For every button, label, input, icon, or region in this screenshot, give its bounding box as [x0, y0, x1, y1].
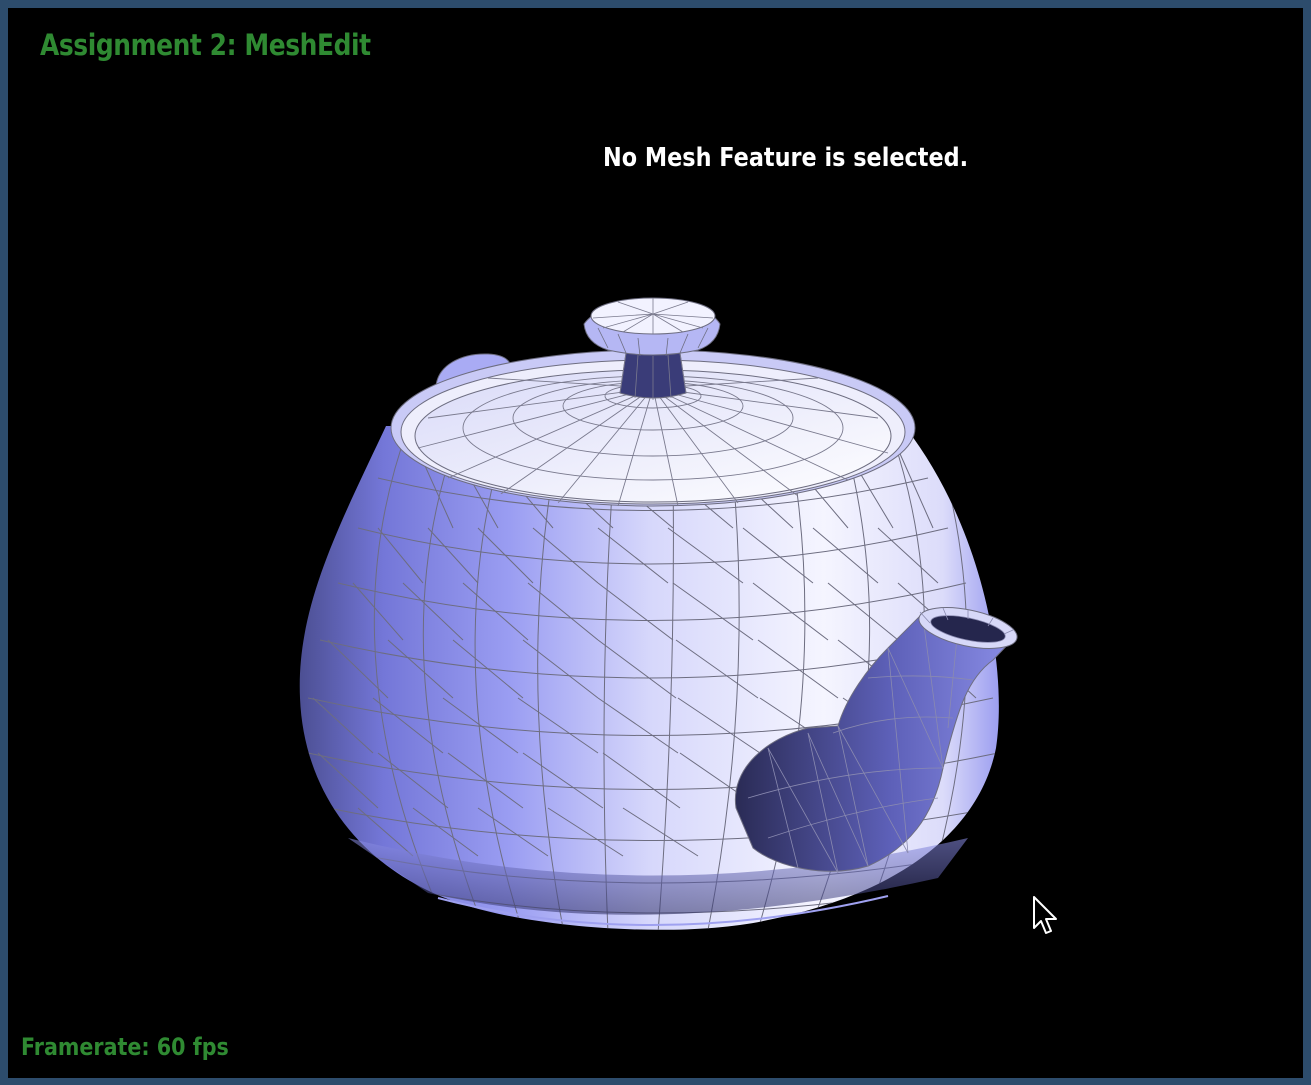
selection-status: No Mesh Feature is selected. — [603, 143, 969, 173]
mouse-pointer-icon — [1033, 896, 1057, 934]
app-window: Assignment 2: MeshEdit No Mesh Feature i… — [0, 0, 1311, 1085]
app-title: Assignment 2: MeshEdit — [40, 28, 371, 62]
framerate-readout: Framerate: 60 fps — [21, 1033, 229, 1061]
teapot-lid — [414, 297, 892, 507]
